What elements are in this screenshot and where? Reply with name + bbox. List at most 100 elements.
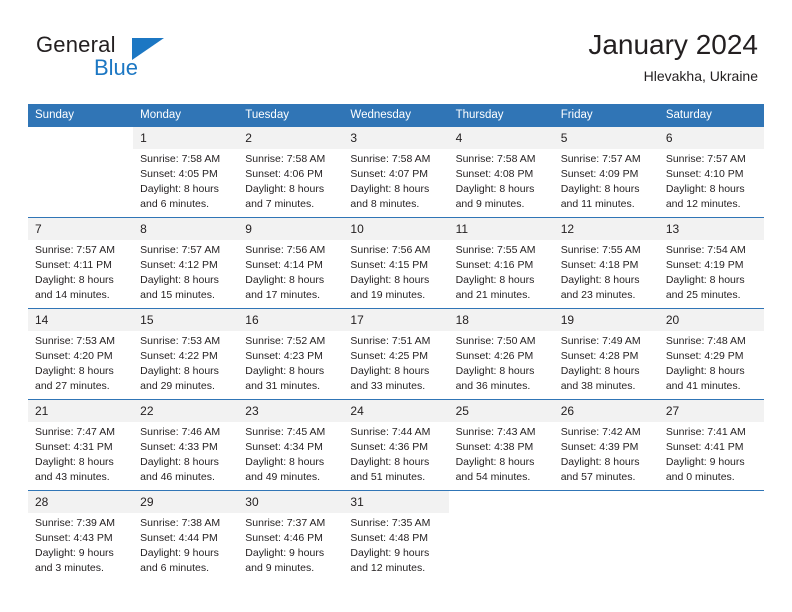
- day-sunrise-text: Sunrise: 7:38 AM: [140, 517, 221, 529]
- day-number: 24: [343, 400, 449, 422]
- calendar-day-cell[interactable]: 19 Sunrise: 7:49 AM Sunset: 4:28 PM Dayligh…: [553, 308, 659, 400]
- day-number: 19: [553, 309, 659, 331]
- day-daylight2-text: and 51 minutes.: [350, 471, 426, 483]
- calendar-day-cell[interactable]: 23 Sunrise: 7:45 AM Sunset: 4:34 PM Dayligh…: [238, 399, 344, 491]
- day-details: Sunrise: 7:44 AM Sunset: 4:36 PM Daylight:…: [343, 422, 448, 485]
- day-daylight2-text: and 11 minutes.: [560, 198, 635, 210]
- calendar-day-cell[interactable]: 10 Sunrise: 7:56 AM Sunset: 4:15 PM Dayligh…: [343, 217, 449, 309]
- weekday-header-tuesday: Tuesday: [238, 104, 344, 127]
- day-sunset-text: Sunset: 4:26 PM: [455, 350, 534, 362]
- day-details: Sunrise: 7:37 AM Sunset: 4:46 PM Daylight:…: [238, 513, 343, 576]
- calendar-day-cell[interactable]: 3 Sunrise: 7:58 AM Sunset: 4:07 PM Daylight…: [343, 127, 449, 218]
- day-daylight2-text: and 8 minutes.: [350, 198, 420, 210]
- day-number: 21: [28, 400, 134, 422]
- day-daylight2-text: and 57 minutes.: [560, 471, 636, 483]
- day-daylight1-text: Daylight: 8 hours: [350, 274, 430, 286]
- day-sunrise-text: Sunrise: 7:57 AM: [665, 153, 746, 165]
- day-daylight1-text: Daylight: 8 hours: [560, 183, 640, 195]
- calendar-day-cell[interactable]: 2 Sunrise: 7:58 AM Sunset: 4:06 PM Daylight…: [238, 127, 344, 218]
- day-sunrise-text: Sunrise: 7:57 AM: [140, 244, 221, 256]
- calendar-day-cell[interactable]: 1 Sunrise: 7:58 AM Sunset: 4:05 PM Daylight…: [133, 127, 239, 218]
- calendar-day-cell[interactable]: 25 Sunrise: 7:43 AM Sunset: 4:38 PM Dayligh…: [448, 399, 554, 491]
- day-daylight2-text: and 41 minutes.: [665, 380, 741, 392]
- calendar-day-cell[interactable]: 22 Sunrise: 7:46 AM Sunset: 4:33 PM Dayligh…: [133, 399, 239, 491]
- day-sunrise-text: Sunrise: 7:54 AM: [665, 244, 746, 256]
- day-details: Sunrise: 7:52 AM Sunset: 4:23 PM Daylight:…: [238, 331, 343, 394]
- day-details: Sunrise: 7:43 AM Sunset: 4:38 PM Daylight:…: [449, 422, 554, 485]
- calendar-day-cell[interactable]: 4 Sunrise: 7:58 AM Sunset: 4:08 PM Daylight…: [448, 127, 554, 218]
- calendar-week-row: 14 Sunrise: 7:53 AM Sunset: 4:20 PM Dayligh…: [28, 308, 764, 400]
- calendar-day-cell[interactable]: 27 Sunrise: 7:41 AM Sunset: 4:41 PM Dayligh…: [658, 399, 764, 491]
- calendar-day-cell[interactable]: 12 Sunrise: 7:55 AM Sunset: 4:18 PM Dayligh…: [553, 217, 659, 309]
- calendar-day-cell[interactable]: 29 Sunrise: 7:38 AM Sunset: 4:44 PM Dayligh…: [133, 490, 239, 581]
- day-number: [28, 127, 134, 149]
- day-number: 10: [343, 218, 449, 240]
- calendar-day-cell[interactable]: 15 Sunrise: 7:53 AM Sunset: 4:22 PM Dayligh…: [133, 308, 239, 400]
- calendar-day-cell[interactable]: 11 Sunrise: 7:55 AM Sunset: 4:16 PM Dayligh…: [448, 217, 554, 309]
- day-daylight1-text: Daylight: 8 hours: [140, 456, 219, 468]
- day-number: 31: [343, 491, 449, 513]
- calendar-day-cell[interactable]: 26 Sunrise: 7:42 AM Sunset: 4:39 PM Dayligh…: [553, 399, 659, 491]
- calendar-day-cell[interactable]: 21 Sunrise: 7:47 AM Sunset: 4:31 PM Dayligh…: [28, 399, 134, 491]
- calendar-day-cell[interactable]: 5 Sunrise: 7:57 AM Sunset: 4:09 PM Daylight…: [553, 127, 659, 218]
- brand-name-blue: Blue: [94, 55, 139, 80]
- day-number: 30: [238, 491, 344, 513]
- day-daylight2-text: and 0 minutes.: [665, 471, 735, 483]
- day-daylight2-text: and 29 minutes.: [140, 380, 215, 392]
- day-daylight1-text: Daylight: 8 hours: [245, 183, 325, 195]
- day-number: 1: [133, 127, 239, 149]
- calendar-day-cell[interactable]: 24 Sunrise: 7:44 AM Sunset: 4:36 PM Dayligh…: [343, 399, 449, 491]
- brand-logo[interactable]: General Blue: [36, 32, 236, 88]
- day-daylight1-text: Daylight: 8 hours: [350, 365, 430, 377]
- day-details: Sunrise: 7:53 AM Sunset: 4:22 PM Daylight:…: [133, 331, 238, 394]
- day-sunrise-text: Sunrise: 7:48 AM: [665, 335, 746, 347]
- day-daylight1-text: Daylight: 8 hours: [455, 456, 535, 468]
- page-title: January 2024: [588, 29, 758, 60]
- day-details: [28, 149, 133, 152]
- calendar-day-cell[interactable]: 6 Sunrise: 7:57 AM Sunset: 4:10 PM Daylight…: [658, 127, 764, 218]
- calendar-day-cell[interactable]: 13 Sunrise: 7:54 AM Sunset: 4:19 PM Dayligh…: [658, 217, 764, 309]
- day-sunset-text: Sunset: 4:07 PM: [350, 168, 429, 180]
- day-sunset-text: Sunset: 4:44 PM: [140, 532, 218, 544]
- day-daylight1-text: Daylight: 8 hours: [665, 274, 745, 286]
- calendar-day-cell[interactable]: 20 Sunrise: 7:48 AM Sunset: 4:29 PM Dayligh…: [658, 308, 764, 400]
- day-sunset-text: Sunset: 4:46 PM: [245, 532, 323, 544]
- day-details: [554, 513, 659, 516]
- day-sunrise-text: Sunrise: 7:55 AM: [455, 244, 536, 256]
- day-daylight1-text: Daylight: 8 hours: [245, 274, 325, 286]
- day-sunset-text: Sunset: 4:23 PM: [245, 350, 323, 362]
- day-number: 28: [28, 491, 134, 513]
- day-sunset-text: Sunset: 4:25 PM: [350, 350, 429, 362]
- calendar-week-row: 21 Sunrise: 7:47 AM Sunset: 4:31 PM Dayligh…: [28, 399, 764, 491]
- day-sunset-text: Sunset: 4:22 PM: [140, 350, 218, 362]
- calendar-day-cell[interactable]: 8 Sunrise: 7:57 AM Sunset: 4:12 PM Daylight…: [133, 217, 239, 309]
- day-number: 26: [553, 400, 659, 422]
- day-daylight1-text: Daylight: 8 hours: [35, 274, 114, 286]
- day-sunset-text: Sunset: 4:39 PM: [560, 441, 639, 453]
- day-details: Sunrise: 7:54 AM Sunset: 4:19 PM Daylight:…: [659, 240, 764, 303]
- day-sunset-text: Sunset: 4:34 PM: [245, 441, 323, 453]
- day-sunset-text: Sunset: 4:18 PM: [560, 259, 639, 271]
- day-daylight2-text: and 46 minutes.: [140, 471, 215, 483]
- weekday-header-wednesday: Wednesday: [343, 104, 449, 127]
- day-daylight1-text: Daylight: 8 hours: [350, 456, 430, 468]
- calendar-day-cell-empty: [28, 127, 134, 218]
- day-daylight2-text: and 23 minutes.: [560, 289, 636, 301]
- calendar-day-cell[interactable]: 9 Sunrise: 7:56 AM Sunset: 4:14 PM Daylight…: [238, 217, 344, 309]
- day-sunset-text: Sunset: 4:05 PM: [140, 168, 218, 180]
- day-number: [658, 491, 764, 513]
- calendar-day-cell[interactable]: 14 Sunrise: 7:53 AM Sunset: 4:20 PM Dayligh…: [28, 308, 134, 400]
- calendar-day-cell[interactable]: 7 Sunrise: 7:57 AM Sunset: 4:11 PM Daylight…: [28, 217, 134, 309]
- day-number: 12: [553, 218, 659, 240]
- calendar-day-cell-empty: [658, 490, 764, 581]
- calendar-day-cell[interactable]: 17 Sunrise: 7:51 AM Sunset: 4:25 PM Dayligh…: [343, 308, 449, 400]
- day-sunset-text: Sunset: 4:06 PM: [245, 168, 323, 180]
- weekday-header-saturday: Saturday: [658, 104, 764, 127]
- calendar-day-cell[interactable]: 31 Sunrise: 7:35 AM Sunset: 4:48 PM Dayligh…: [343, 490, 449, 581]
- calendar-day-cell[interactable]: 30 Sunrise: 7:37 AM Sunset: 4:46 PM Dayligh…: [238, 490, 344, 581]
- calendar-day-cell[interactable]: 16 Sunrise: 7:52 AM Sunset: 4:23 PM Dayligh…: [238, 308, 344, 400]
- calendar-day-cell[interactable]: 28 Sunrise: 7:39 AM Sunset: 4:43 PM Dayligh…: [28, 490, 134, 581]
- calendar-day-cell[interactable]: 18 Sunrise: 7:50 AM Sunset: 4:26 PM Dayligh…: [448, 308, 554, 400]
- day-details: Sunrise: 7:46 AM Sunset: 4:33 PM Daylight:…: [133, 422, 238, 485]
- day-sunrise-text: Sunrise: 7:43 AM: [455, 426, 536, 438]
